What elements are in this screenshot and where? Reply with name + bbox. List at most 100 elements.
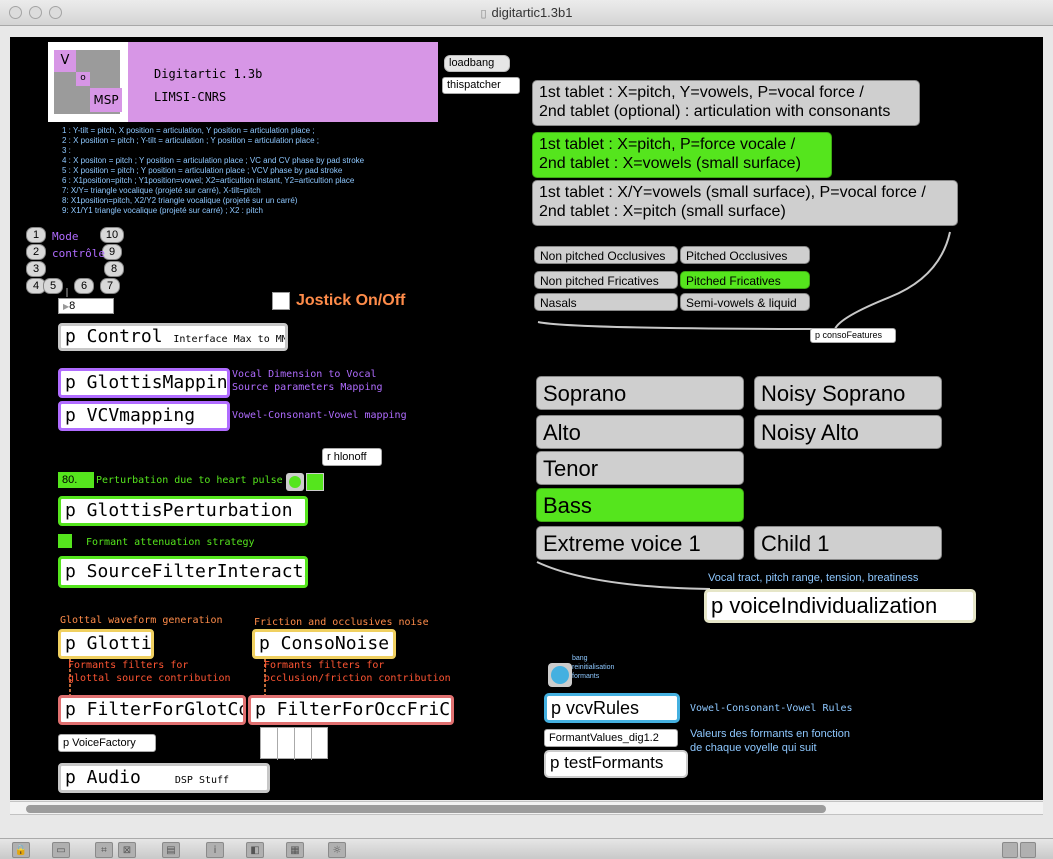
inspector-icon[interactable]: ◧ [246,842,264,858]
grid-icon[interactable]: ▦ [286,842,304,858]
tablet-mode-1-line-2: 2nd tablet (optional) : articulation wit… [539,103,891,120]
document-icon: ▯ [480,8,487,20]
tablet-mode-3[interactable]: 1st tablet : X/Y=vowels (small surface),… [532,180,958,226]
formant-attenuation-comment: Formant attenuation strategy [86,537,255,548]
mode-button-6[interactable]: 6 [74,278,94,294]
formants-glot-comment-1: Formants filters for [68,660,189,671]
window-title-text: digitartic1.3b1 [491,5,573,20]
scrollbar-thumb[interactable] [26,805,826,813]
split-view-right-icon[interactable] [1020,842,1036,858]
formant-values-comment-2: de chaque voyelle qui suit [690,742,817,754]
split-view-left-icon[interactable] [1002,842,1018,858]
close-cord-icon[interactable]: ⊠ [118,842,136,858]
clue-icon[interactable]: ☼ [328,842,346,858]
feature-pitched-occlusives[interactable]: Pitched Occlusives [680,246,810,264]
loadbang-object[interactable]: loadbang [444,55,510,72]
feature-nasals[interactable]: Nasals [534,293,678,311]
voice-extreme-1[interactable]: Extreme voice 1 [536,526,744,560]
glottis-perturbation-object[interactable]: p GlottisPerturbation [58,496,308,526]
logo-v: V [54,50,76,72]
tablet-mode-3-line-2: 2nd tablet : X=pitch (small surface) [539,203,786,220]
info-icon[interactable]: i [206,842,224,858]
mode-line-4: 4 : X positon = pitch ; Y position = art… [62,156,365,165]
formant-values-comment-1: Valeurs des formants en fonction [690,728,850,740]
filter-occ-object[interactable]: p FilterForOccFriCon [248,695,454,725]
formants-occ-comment-2: occlusion/friction contribution [264,673,451,684]
voice-individualization-object[interactable]: p voiceIndividualization [704,589,976,623]
formant-attenuation-toggle[interactable] [58,534,72,548]
mode-button-7[interactable]: 7 [100,278,120,294]
glottis-object[interactable]: p Glottis [58,629,154,659]
mode-button-1[interactable]: 1 [26,227,46,243]
vcv-rules-object[interactable]: p vcvRules [544,693,680,723]
control-object[interactable]: p Control Interface Max to MM [58,323,288,351]
mode-button-10[interactable]: 10 [100,227,124,243]
voice-noisy-alto[interactable]: Noisy Alto [754,415,942,449]
source-filter-object[interactable]: p SourceFilterInteraction [58,556,308,588]
vcv-mapping-object[interactable]: p VCVmapping [58,401,230,431]
audio-comment: DSP Stuff [174,775,230,786]
bang-comment-3: formants [572,673,600,680]
mode-line-7: 7: X/Y= triangle vocalique (projeté sur … [62,186,261,195]
mode-label: Mode [52,230,79,243]
lock-icon[interactable]: 🔒 [12,842,30,858]
perturbation-comment: Perturbation due to heart pulse [96,475,283,486]
bang-button[interactable] [548,663,572,687]
heart-toggle[interactable] [306,473,324,491]
mode-line-1: 1 : Y-tilt = pitch, X position = articul… [62,126,315,135]
jostick-toggle[interactable] [272,292,290,310]
led-object[interactable] [286,473,304,491]
feature-pitched-fricatives[interactable]: Pitched Fricatives [680,271,810,289]
feature-semi-vowels[interactable]: Semi-vowels & liquid [680,293,810,311]
feature-non-pitched-occlusives[interactable]: Non pitched Occlusives [534,246,678,264]
patcher-canvas[interactable]: V o MSP Digitartic 1.3b LIMSI-CNRS loadb… [10,37,1043,800]
glottis-mapping-object[interactable]: p GlottisMapping [58,368,230,398]
filter-glot-object[interactable]: p FilterForGlotCont [58,695,246,725]
voice-child-1[interactable]: Child 1 [754,526,942,560]
r-hlonoff-object[interactable]: r hlonoff [322,448,382,466]
voice-tenor[interactable]: Tenor [536,451,744,485]
voice-factory-object[interactable]: p VoiceFactory [58,734,156,752]
multislider-object[interactable] [260,727,328,760]
voice-bass[interactable]: Bass [536,488,744,522]
tablet-mode-2-line-2: 2nd tablet : X=vowels (small surface) [539,155,801,172]
mode-button-8[interactable]: 8 [104,261,124,277]
pulse-number-box[interactable]: 80. [58,472,94,488]
jostick-label: Jostick On/Off [296,292,406,309]
formant-values-object[interactable]: FormantValues_dig1.2 [544,729,678,747]
tablet-mode-2[interactable]: 1st tablet : X=pitch, P=force vocale / 2n… [532,132,832,178]
patch-cord-icon[interactable]: ⌗ [95,842,113,858]
voice-soprano[interactable]: Soprano [536,376,744,410]
thispatcher-object[interactable]: thispatcher [442,77,520,94]
horizontal-scrollbar[interactable] [10,801,1043,815]
conso-features-object[interactable]: p consoFeatures [810,328,896,343]
glottis-mapping-comment: Vocal Dimension to Vocal Source parameter… [232,368,383,394]
header-panel: Digitartic 1.3b LIMSI-CNRS [128,42,438,122]
voice-noisy-soprano[interactable]: Noisy Soprano [754,376,942,410]
app-name: Digitartic 1.3b [154,67,263,81]
mode-button-2[interactable]: 2 [26,244,46,260]
feature-non-pitched-fricatives[interactable]: Non pitched Fricatives [534,271,678,289]
org-name: LIMSI-CNRS [154,90,227,104]
friction-comment: Friction and occlusives noise [254,617,429,628]
bottom-toolbar: 🔒 ▭ ⌗ ⊠ ▤ i ◧ ▦ ☼ [0,838,1053,859]
mode-line-8: 8: X1position=pitch, X2/Y2 triangle voca… [62,196,298,205]
console-icon[interactable]: ▤ [162,842,180,858]
mode-button-3[interactable]: 3 [26,261,46,277]
formant-values-comment: Valeurs des formants en fonction de chaqu… [690,727,850,755]
mode-button-9[interactable]: 9 [102,244,122,260]
logo-msp: MSP [90,88,122,112]
tablet-mode-1[interactable]: 1st tablet : X=pitch, Y=vowels, P=vocal … [532,80,920,126]
modes-comment: 1 : Y-tilt = pitch, X position = articul… [62,126,442,216]
vocal-tract-comment: Vocal tract, pitch range, tension, breat… [708,572,919,584]
audio-object[interactable]: p Audio DSP Stuff [58,763,270,793]
mode-button-5[interactable]: 5 [43,278,63,294]
bang-comment-1: bang [572,655,588,662]
test-formants-object[interactable]: p testFormants [544,750,688,778]
tablet-mode-2-line-1: 1st tablet : X=pitch, P=force vocale / [539,136,796,153]
conso-noise-object[interactable]: p ConsoNoise [252,629,396,659]
mode-number-box[interactable]: ▶8 [58,298,114,314]
voice-alto[interactable]: Alto [536,415,744,449]
new-object-icon[interactable]: ▭ [52,842,70,858]
audio-name: p Audio [65,767,141,788]
